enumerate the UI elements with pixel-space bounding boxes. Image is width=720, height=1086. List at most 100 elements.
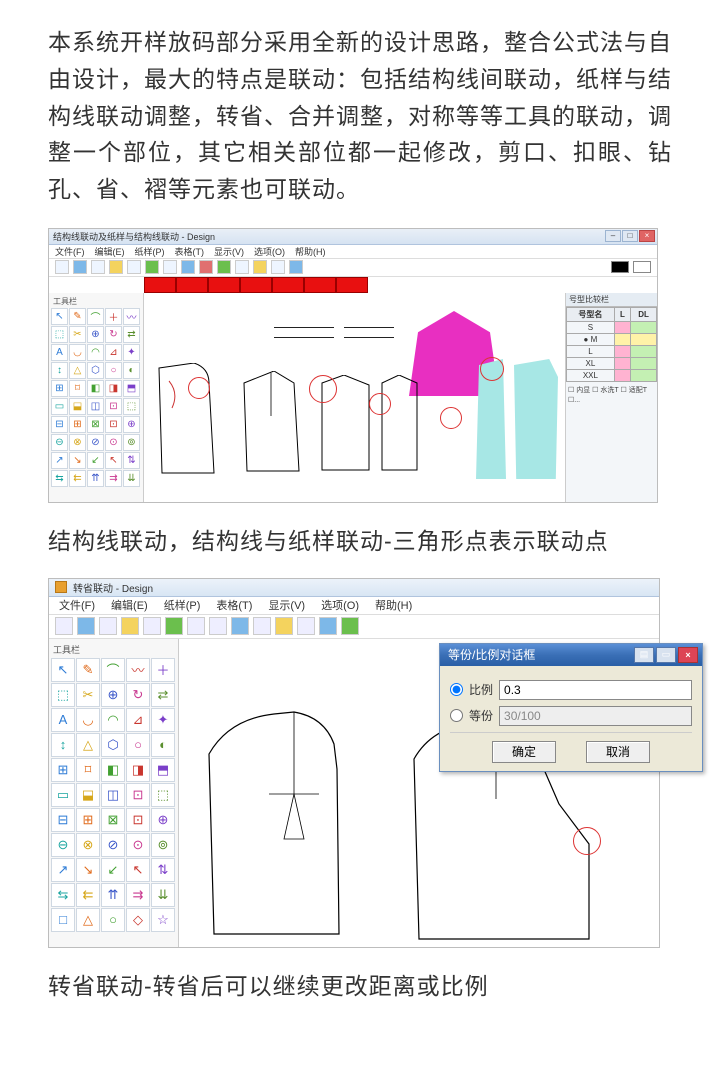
dialog-close-button[interactable]: × bbox=[678, 647, 698, 663]
tool-icon[interactable]: ⊖ bbox=[51, 434, 68, 451]
tool-icon[interactable]: ⊚ bbox=[123, 434, 140, 451]
size-cell[interactable] bbox=[614, 345, 630, 357]
menu-item[interactable]: 显示(V) bbox=[268, 597, 305, 613]
tool-icon[interactable]: ⊕ bbox=[101, 683, 125, 707]
menu-item[interactable]: 表格(T) bbox=[216, 597, 252, 613]
drawing-canvas[interactable]: ✶ 等份/比例对话框 ▤ ▭ × 比例 bbox=[179, 639, 659, 947]
drawing-canvas[interactable] bbox=[144, 293, 565, 502]
menu-item[interactable]: 纸样(P) bbox=[164, 597, 201, 613]
red-tab[interactable] bbox=[272, 277, 304, 293]
tool-icon[interactable]: ⊡ bbox=[126, 783, 150, 807]
toolbar-icon[interactable] bbox=[319, 617, 337, 635]
size-row-label[interactable]: ● M bbox=[567, 333, 615, 345]
tool-icon[interactable]: ⊕ bbox=[123, 416, 140, 433]
tool-icon[interactable]: ⊙ bbox=[126, 833, 150, 857]
tool-icon[interactable]: ◧ bbox=[101, 758, 125, 782]
toolbar-icon[interactable] bbox=[289, 260, 303, 274]
toolbar-icon[interactable] bbox=[181, 260, 195, 274]
menu-item[interactable]: 帮助(H) bbox=[375, 597, 412, 613]
tool-icon[interactable]: ⌑ bbox=[69, 380, 86, 397]
menu-item[interactable]: 选项(O) bbox=[254, 245, 285, 258]
toolbar-icon[interactable] bbox=[231, 617, 249, 635]
toolbar-icon[interactable] bbox=[253, 260, 267, 274]
tool-icon[interactable]: ◧ bbox=[87, 380, 104, 397]
size-cell[interactable] bbox=[614, 333, 630, 345]
tool-icon[interactable]: ⊗ bbox=[76, 833, 100, 857]
tool-icon[interactable]: ⊠ bbox=[101, 808, 125, 832]
tool-icon[interactable]: ⇇ bbox=[76, 883, 100, 907]
tool-icon[interactable]: ⬒ bbox=[151, 758, 175, 782]
size-cell[interactable] bbox=[631, 333, 657, 345]
toolbar-icon[interactable] bbox=[163, 260, 177, 274]
red-tab[interactable] bbox=[336, 277, 368, 293]
size-cell[interactable] bbox=[631, 321, 657, 333]
tool-icon[interactable]: ⇉ bbox=[126, 883, 150, 907]
tool-icon[interactable]: 〰 bbox=[126, 658, 150, 682]
dialog-button-icon[interactable]: ▭ bbox=[656, 647, 676, 663]
red-tab[interactable] bbox=[208, 277, 240, 293]
tool-icon[interactable]: ↘ bbox=[69, 452, 86, 469]
size-cell[interactable] bbox=[631, 357, 657, 369]
maximize-button[interactable]: □ bbox=[622, 230, 638, 242]
tool-icon[interactable]: ⊚ bbox=[151, 833, 175, 857]
tool-icon[interactable]: ⇈ bbox=[87, 470, 104, 487]
toolbar-icon[interactable] bbox=[109, 260, 123, 274]
tool-icon[interactable]: ✎ bbox=[76, 658, 100, 682]
tool-icon[interactable]: ⇈ bbox=[101, 883, 125, 907]
tool-icon[interactable]: ⊿ bbox=[105, 344, 122, 361]
red-tab[interactable] bbox=[240, 277, 272, 293]
size-cell[interactable] bbox=[614, 321, 630, 333]
size-cell[interactable] bbox=[614, 357, 630, 369]
tool-icon[interactable]: ⇅ bbox=[123, 452, 140, 469]
tool-icon[interactable]: ↕ bbox=[51, 362, 68, 379]
tool-icon[interactable]: 〰 bbox=[123, 308, 140, 325]
menu-item[interactable]: 选项(O) bbox=[321, 597, 359, 613]
toolbar-icon[interactable] bbox=[165, 617, 183, 635]
tool-icon[interactable]: ↻ bbox=[126, 683, 150, 707]
tool-icon[interactable]: ↖ bbox=[51, 658, 75, 682]
toolbar-icon[interactable] bbox=[199, 260, 213, 274]
tool-icon[interactable]: ☆ bbox=[151, 908, 175, 932]
toolbar-icon[interactable] bbox=[145, 260, 159, 274]
tool-icon[interactable]: ⬒ bbox=[123, 380, 140, 397]
tool-icon[interactable]: ⊞ bbox=[51, 380, 68, 397]
tool-icon[interactable]: ⬡ bbox=[87, 362, 104, 379]
toolbar-icon[interactable] bbox=[121, 617, 139, 635]
tool-icon[interactable]: ＋ bbox=[151, 658, 175, 682]
tool-icon[interactable]: ⇊ bbox=[123, 470, 140, 487]
size-cell[interactable] bbox=[631, 345, 657, 357]
tool-icon[interactable]: ⬚ bbox=[51, 326, 68, 343]
tool-icon[interactable]: ◫ bbox=[87, 398, 104, 415]
menu-item[interactable]: 编辑(E) bbox=[111, 597, 148, 613]
tool-icon[interactable]: ◡ bbox=[69, 344, 86, 361]
menu-item[interactable]: 文件(F) bbox=[59, 597, 95, 613]
tool-icon[interactable]: ⌑ bbox=[76, 758, 100, 782]
toolbar-icon[interactable] bbox=[55, 260, 69, 274]
tool-icon[interactable]: ⇇ bbox=[69, 470, 86, 487]
red-tab[interactable] bbox=[176, 277, 208, 293]
tool-icon[interactable]: ⇄ bbox=[123, 326, 140, 343]
tool-icon[interactable]: ○ bbox=[105, 362, 122, 379]
menu-item[interactable]: 帮助(H) bbox=[295, 245, 326, 258]
tool-icon[interactable]: ✂ bbox=[76, 683, 100, 707]
tool-icon[interactable]: ◫ bbox=[101, 783, 125, 807]
tool-icon[interactable]: ⊠ bbox=[87, 416, 104, 433]
toolbar-icon[interactable] bbox=[127, 260, 141, 274]
equal-radio[interactable] bbox=[450, 709, 463, 722]
toolbar-icon[interactable] bbox=[77, 617, 95, 635]
size-row-label[interactable]: XXL bbox=[567, 369, 615, 381]
tool-icon[interactable]: ⊙ bbox=[105, 434, 122, 451]
tool-icon[interactable]: ⇆ bbox=[51, 470, 68, 487]
toolbar-icon[interactable] bbox=[271, 260, 285, 274]
color-swatch-black[interactable] bbox=[611, 261, 629, 273]
tool-icon[interactable]: ⊿ bbox=[126, 708, 150, 732]
size-row-label[interactable]: S bbox=[567, 321, 615, 333]
tool-icon[interactable]: ⬓ bbox=[76, 783, 100, 807]
tool-icon[interactable]: ✎ bbox=[69, 308, 86, 325]
tool-icon[interactable]: ○ bbox=[126, 733, 150, 757]
tool-icon[interactable]: ◠ bbox=[101, 708, 125, 732]
size-row-label[interactable]: XL bbox=[567, 357, 615, 369]
minimize-button[interactable]: – bbox=[605, 230, 621, 242]
color-swatch-white[interactable] bbox=[633, 261, 651, 273]
ratio-radio[interactable] bbox=[450, 683, 463, 696]
